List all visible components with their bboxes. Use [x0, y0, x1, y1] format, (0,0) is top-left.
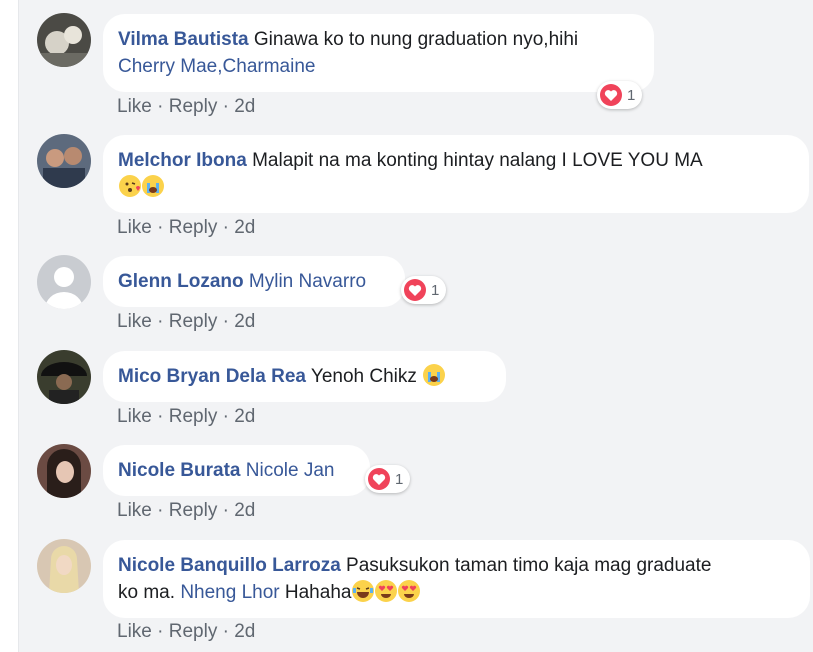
author-name[interactable]: Glenn Lozano — [118, 271, 244, 292]
comment-text: Ginawa ko to nung graduation nyo,hihi — [253, 29, 579, 50]
avatar[interactable] — [37, 134, 91, 188]
author-name[interactable]: Nicole Banquillo Larroza — [118, 555, 341, 576]
reaction-count[interactable]: 1 — [401, 276, 447, 304]
like-link[interactable]: Like — [117, 217, 152, 238]
reaction-count[interactable]: 1 — [365, 465, 411, 493]
separator: · — [157, 96, 169, 117]
heart-icon — [368, 468, 390, 490]
crying-face-emoji — [142, 175, 164, 197]
like-link[interactable]: Like — [117, 621, 152, 642]
heart-icon — [600, 84, 622, 106]
comment-bubble: Glenn Lozano Mylin Navarro — [103, 256, 405, 307]
comment-actions: Like · Reply · 2d — [117, 500, 255, 522]
comment-bubble: Vilma Bautista Ginawa ko to nung graduat… — [103, 14, 654, 92]
separator: · — [222, 217, 235, 238]
reply-link[interactable]: Reply — [169, 217, 218, 238]
reply-link[interactable]: Reply — [169, 311, 218, 332]
like-link[interactable]: Like — [117, 311, 152, 332]
reply-link[interactable]: Reply — [169, 96, 218, 117]
comment-text-continued: ko ma. — [118, 582, 176, 603]
comment-actions: Like · Reply · 2d — [117, 217, 255, 239]
comment-text: Yenoh Chikz — [310, 366, 417, 387]
avatar[interactable] — [37, 539, 91, 593]
avatar[interactable] — [37, 255, 91, 309]
reaction-count[interactable]: 1 — [597, 81, 643, 109]
like-link[interactable]: Like — [117, 406, 152, 427]
comment-actions: Like · Reply · 2d — [117, 406, 255, 428]
reaction-number: 1 — [431, 281, 440, 299]
author-name[interactable]: Melchor Ibona — [118, 150, 247, 171]
tagged-name[interactable]: Mylin Navarro — [249, 271, 366, 292]
separator: · — [222, 621, 235, 642]
reply-link[interactable]: Reply — [169, 621, 218, 642]
timestamp[interactable]: 2d — [234, 500, 255, 521]
avatar[interactable] — [37, 350, 91, 404]
separator: · — [222, 96, 235, 117]
timestamp[interactable]: 2d — [234, 311, 255, 332]
heart-icon — [404, 279, 426, 301]
comment-actions: Like · Reply · 2d — [117, 96, 255, 118]
separator: · — [157, 311, 169, 332]
timestamp[interactable]: 2d — [234, 621, 255, 642]
tagged-name[interactable]: Nicole Jan — [246, 460, 335, 481]
separator: · — [157, 621, 169, 642]
timestamp[interactable]: 2d — [234, 406, 255, 427]
heart-eyes-emoji — [398, 580, 421, 602]
comment-bubble: Mico Bryan Dela Rea Yenoh Chikz — [103, 351, 506, 402]
avatar[interactable] — [37, 13, 91, 67]
separator: · — [222, 311, 235, 332]
author-name[interactable]: Mico Bryan Dela Rea — [118, 366, 306, 387]
comment-bubble: Nicole Burata Nicole Jan — [103, 445, 370, 496]
author-name[interactable]: Vilma Bautista — [118, 29, 249, 50]
tagged-name[interactable]: Nheng Lhor — [180, 582, 279, 603]
separator: · — [157, 406, 169, 427]
comment-text: Malapit na ma konting hintay nalang I LO… — [252, 150, 703, 171]
timestamp[interactable]: 2d — [234, 96, 255, 117]
comment-bubble: Nicole Banquillo Larroza Pasuksukon tama… — [103, 540, 810, 618]
comment-text: Pasuksukon taman timo kaja mag graduate — [346, 555, 712, 576]
like-link[interactable]: Like — [117, 96, 152, 117]
reaction-number: 1 — [395, 470, 404, 488]
like-link[interactable]: Like — [117, 500, 152, 521]
kissing-heart-emoji — [119, 175, 141, 197]
left-border — [0, 0, 19, 652]
comment-actions: Like · Reply · 2d — [117, 311, 255, 333]
reply-link[interactable]: Reply — [169, 500, 218, 521]
comment-text-end: Hahaha — [284, 582, 352, 603]
avatar[interactable] — [37, 444, 91, 498]
author-name[interactable]: Nicole Burata — [118, 460, 240, 481]
separator: · — [157, 217, 169, 238]
crying-face-emoji — [423, 364, 446, 386]
comment-actions: Like · Reply · 2d — [117, 621, 255, 643]
reply-link[interactable]: Reply — [169, 406, 218, 427]
timestamp[interactable]: 2d — [234, 217, 255, 238]
separator: · — [222, 500, 235, 521]
tagged-name[interactable]: Cherry Mae,Charmaine — [118, 56, 315, 77]
laughing-face-emoji — [352, 580, 375, 602]
reaction-number: 1 — [627, 86, 636, 104]
heart-eyes-emoji — [375, 580, 398, 602]
separator: · — [222, 406, 235, 427]
comment-bubble: Melchor Ibona Malapit na ma konting hint… — [103, 135, 809, 213]
separator: · — [157, 500, 169, 521]
